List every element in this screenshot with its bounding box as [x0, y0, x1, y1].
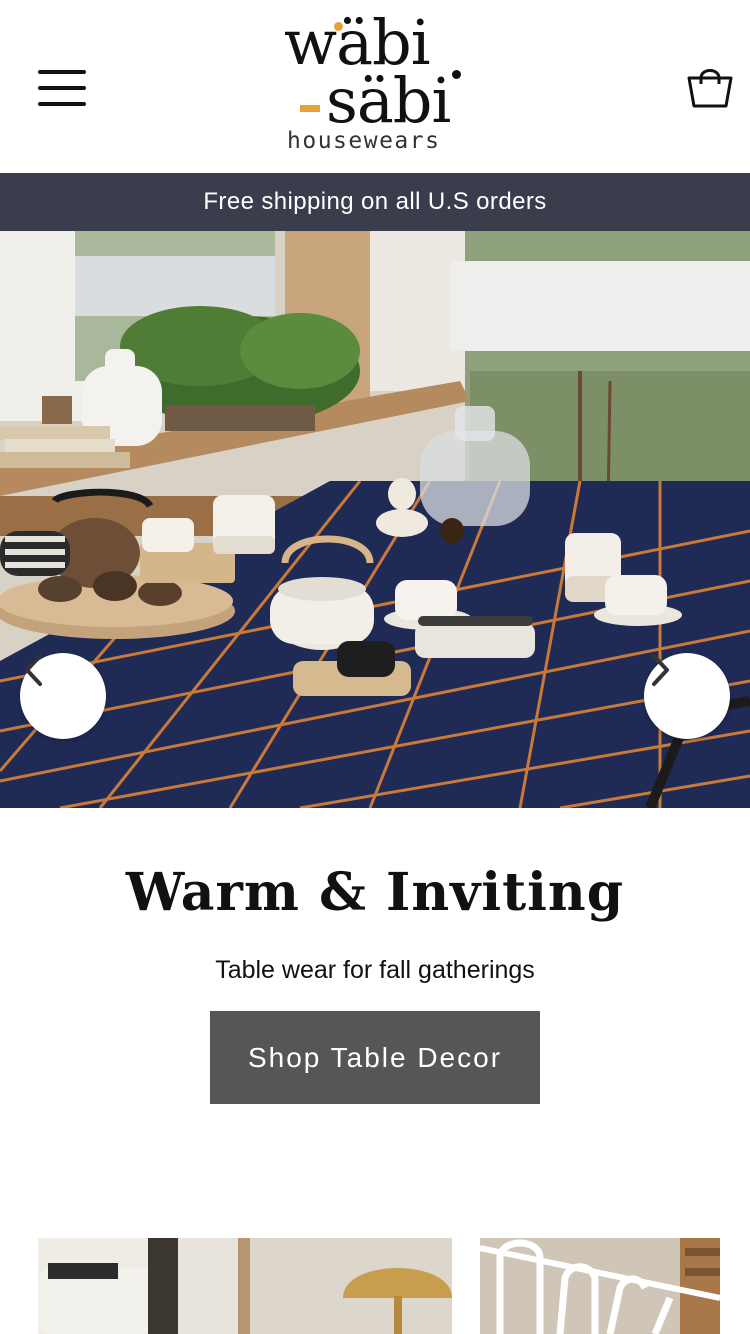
white-chair-photo — [480, 1238, 720, 1334]
logo-subtitle: housewears — [287, 128, 441, 154]
shopping-bag-icon[interactable] — [686, 64, 734, 110]
promo-text: Free shipping on all U.S orders — [203, 188, 547, 215]
table-setting-photo — [0, 231, 750, 808]
category-tile-furniture[interactable] — [480, 1238, 720, 1334]
hero-carousel — [0, 231, 750, 808]
hero-title: Warm & Inviting — [125, 862, 625, 923]
logo-word-sabi: säbi — [326, 64, 451, 137]
logo-dot-dark — [452, 70, 461, 79]
promo-bar: Free shipping on all U.S orders — [0, 173, 750, 231]
category-tile-living-room[interactable] — [38, 1238, 452, 1334]
chevron-right-icon — [652, 654, 669, 686]
shop-table-decor-button[interactable]: Shop Table Decor — [210, 1011, 540, 1104]
hamburger-menu-icon[interactable] — [38, 68, 86, 108]
site-logo[interactable]: wäbi säbi housewears — [280, 8, 480, 158]
site-header: wäbi säbi housewears — [0, 0, 750, 173]
chevron-left-icon — [25, 654, 42, 686]
living-room-lamp-photo — [38, 1238, 452, 1334]
carousel-prev-button[interactable] — [20, 653, 106, 739]
logo-dot-orange — [334, 22, 343, 31]
carousel-next-button[interactable] — [644, 653, 730, 739]
logo-dash — [300, 105, 320, 112]
hero-subtitle: Table wear for fall gatherings — [215, 956, 535, 984]
